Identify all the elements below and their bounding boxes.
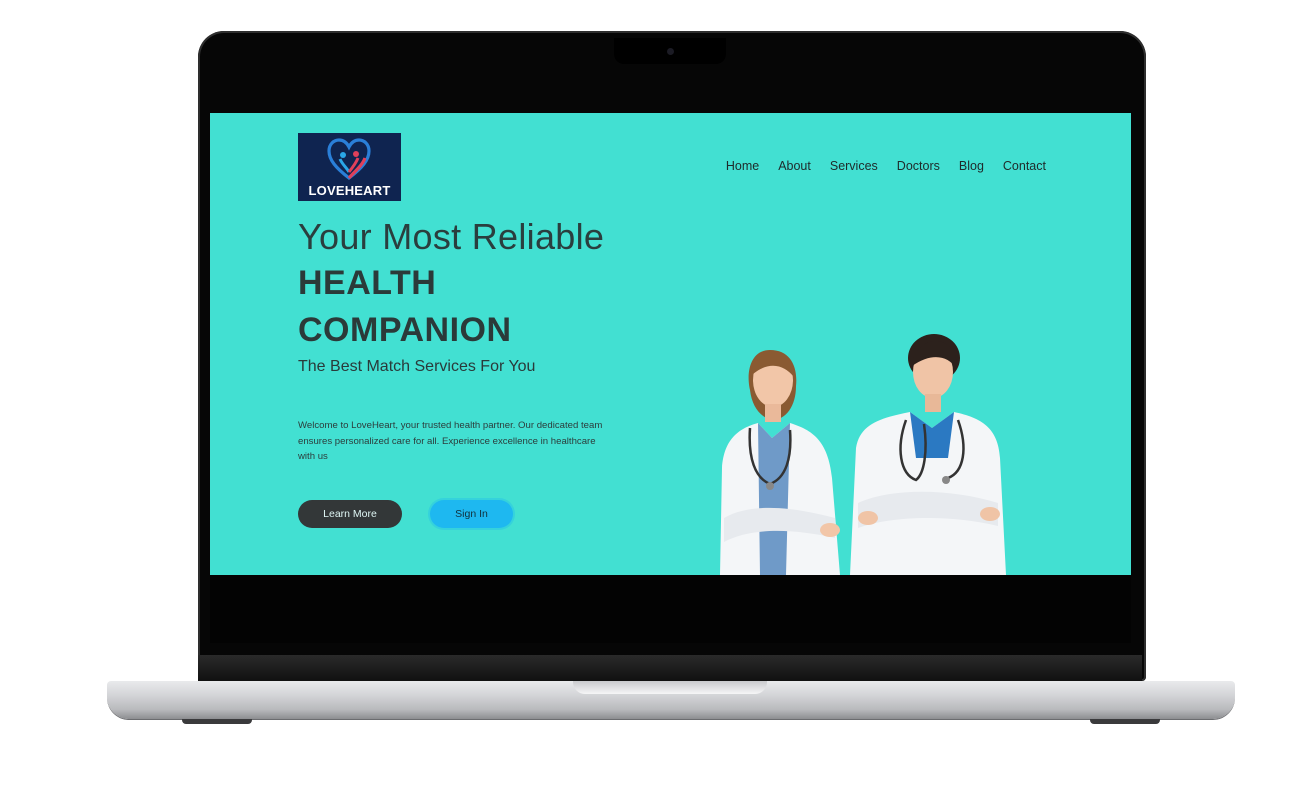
doctor-left [720,350,840,575]
hero-title: Your Most Reliable [298,216,605,257]
laptop-foot-right [1090,719,1160,724]
hero-title-companion: COMPANION [298,311,512,349]
sign-in-button[interactable]: Sign In [430,500,513,528]
hero-subtitle: The Best Match Services For You [298,358,536,375]
logo-text: LOVEHEART [308,183,391,198]
laptop-hinge [198,655,1142,681]
display-bottom-bezel [210,575,1131,643]
two-female-doctors-image [720,334,1006,575]
loveheart-logo[interactable]: LOVEHEART [298,133,401,201]
main-nav: Home About Services Doctors Blog Contact [726,159,1046,173]
website-screen: LOVEHEART Home About Services Doctors Bl… [210,113,1131,575]
doctor-right [850,334,1006,575]
laptop-foot-left [182,719,252,724]
nav-services[interactable]: Services [830,159,878,173]
nav-home[interactable]: Home [726,159,759,173]
camera-icon [667,48,674,55]
hero-description: Welcome to LoveHeart, your trusted healt… [298,420,603,462]
nav-about[interactable]: About [778,159,811,173]
nav-doctors[interactable]: Doctors [897,159,940,173]
learn-more-button[interactable]: Learn More [298,500,402,528]
nav-contact[interactable]: Contact [1003,159,1046,173]
heart-icon [327,138,371,181]
nav-blog[interactable]: Blog [959,159,984,173]
laptop-lip [573,681,767,694]
hero-title-health: HEALTH [298,264,437,302]
